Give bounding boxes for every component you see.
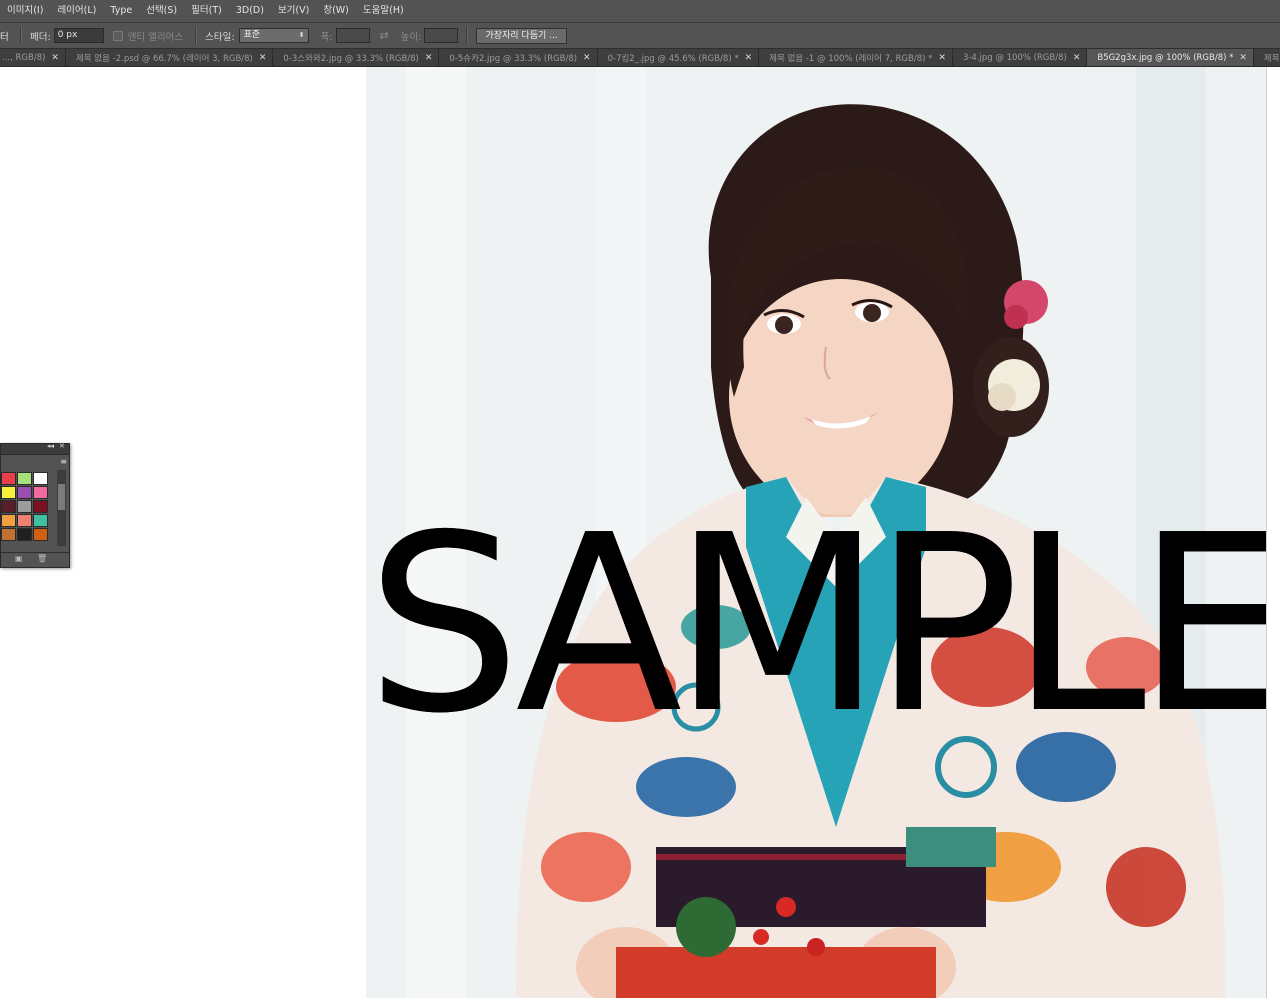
swatch[interactable]: [17, 528, 32, 541]
document-canvas[interactable]: SAMPLE: [366, 67, 1266, 998]
width-label: 폭:: [320, 31, 333, 43]
style-label: 스타일:: [205, 31, 235, 43]
checkbox-box: [112, 30, 123, 41]
tab-label: 제목 없음 -1 @ 100% (레이어 7, RGB/8) *: [769, 53, 933, 64]
menu-filter[interactable]: 필터(T): [184, 0, 229, 22]
canvas-edge: [1266, 67, 1280, 998]
swatches-panel[interactable]: ◂◂ ✕ ≡ ▣ 🗑: [0, 442, 70, 568]
panel-titlebar[interactable]: ◂◂ ✕: [1, 442, 69, 455]
new-swatch-icon[interactable]: ▣: [15, 554, 23, 563]
feather-input[interactable]: 0 px: [53, 28, 104, 43]
feather-label: 페더:: [30, 31, 51, 43]
document-tab[interactable]: 3-4.jpg @ 100% (RGB/8) ✕: [953, 49, 1088, 66]
close-icon[interactable]: ✕: [938, 53, 946, 63]
menu-type[interactable]: Type: [103, 0, 139, 22]
swatch[interactable]: [1, 472, 16, 485]
menu-3d[interactable]: 3D(D): [229, 0, 271, 22]
separator: [466, 27, 469, 44]
antialias-checkbox[interactable]: 앤티 앨리어스: [112, 29, 184, 43]
close-icon[interactable]: ✕: [583, 53, 591, 63]
separator: [195, 27, 198, 44]
document-tab[interactable]: 제목 없음 -1 @ 100% (레이어 7, RGB/8) * ✕: [759, 49, 953, 66]
close-icon[interactable]: ✕: [1073, 53, 1081, 63]
swatch-grid: [1, 472, 48, 541]
document-tab[interactable]: 0-7킹2_.jpg @ 45.6% (RGB/8) * ✕: [598, 49, 760, 66]
swatch[interactable]: [1, 500, 16, 513]
swatch[interactable]: [1, 514, 16, 527]
swatch[interactable]: [33, 500, 48, 513]
scrollbar-thumb[interactable]: [58, 484, 65, 510]
menu-help[interactable]: 도움말(H): [356, 0, 411, 22]
close-icon[interactable]: ✕: [259, 53, 267, 63]
tab-label: 3-4.jpg @ 100% (RGB/8): [962, 52, 1067, 63]
document-tab-bar: ..., RGB/8) ✕ 제목 없음 -2.psd @ 66.7% (레이어 3…: [0, 49, 1280, 67]
antialias-label: 앤티 앨리어스: [127, 31, 184, 43]
watermark-text: SAMPLE: [366, 483, 1266, 767]
swatch[interactable]: [33, 514, 48, 527]
document-tab[interactable]: 0-3스와와2.jpg @ 33.3% (RGB/8) ✕: [273, 49, 440, 66]
height-label: 높이:: [400, 31, 422, 43]
close-icon[interactable]: ✕: [59, 442, 65, 450]
document-tab[interactable]: 제목 없음: [1254, 49, 1280, 66]
menu-window[interactable]: 창(W): [316, 0, 356, 22]
menu-select[interactable]: 선택(S): [139, 0, 184, 22]
swatch[interactable]: [17, 514, 32, 527]
tab-label: 0-5슈카2.jpg @ 33.3% (RGB/8): [449, 53, 578, 64]
tab-label: 제목 없음 -2.psd @ 66.7% (레이어 3, RGB/8): [75, 53, 253, 64]
menu-view[interactable]: 보기(V): [271, 0, 316, 22]
close-icon[interactable]: ✕: [51, 53, 59, 63]
panel-footer: ▣ 🗑: [1, 552, 69, 567]
canvas-workspace[interactable]: SAMPLE: [0, 67, 1280, 998]
swatch[interactable]: [17, 486, 32, 499]
height-input[interactable]: [424, 28, 459, 43]
swatch[interactable]: [17, 500, 32, 513]
swatch[interactable]: [33, 486, 48, 499]
menu-layer[interactable]: 레이어(L): [50, 0, 103, 22]
options-bar: 터 페더: 0 px 앤티 앨리어스 스타일: 표준 ⬍ 폭: ⇄ 높이: 가장…: [0, 23, 1280, 49]
style-value: 표준: [243, 30, 261, 40]
tool-glyph: 터: [0, 31, 9, 43]
trash-icon[interactable]: 🗑: [37, 554, 47, 563]
swap-dimensions-icon[interactable]: ⇄: [380, 29, 389, 42]
close-icon[interactable]: ✕: [425, 53, 433, 63]
swatch[interactable]: [33, 472, 48, 485]
document-tab-active[interactable]: B5G2g3x.jpg @ 100% (RGB/8) * ✕: [1087, 49, 1254, 66]
panel-menu-icon[interactable]: ≡: [60, 457, 67, 466]
document-tab[interactable]: ..., RGB/8) ✕: [0, 49, 66, 66]
style-select[interactable]: 표준 ⬍: [238, 28, 309, 43]
tab-label: 0-3스와와2.jpg @ 33.3% (RGB/8): [283, 53, 419, 64]
tab-label: ..., RGB/8): [2, 52, 46, 63]
close-icon[interactable]: ✕: [745, 53, 753, 63]
document-tab[interactable]: 제목 없음 -2.psd @ 66.7% (레이어 3, RGB/8) ✕: [66, 49, 274, 66]
tab-label: 제목 없음: [1263, 53, 1280, 64]
swatch[interactable]: [1, 486, 16, 499]
tool-mode-icon[interactable]: 터: [0, 29, 14, 43]
swatch[interactable]: [33, 528, 48, 541]
menu-bar: 이미지(I) 레이어(L) Type 선택(S) 필터(T) 3D(D) 보기(…: [0, 0, 1280, 23]
document-tab[interactable]: 0-5슈카2.jpg @ 33.3% (RGB/8) ✕: [439, 49, 598, 66]
swatch[interactable]: [1, 528, 16, 541]
tab-label: 0-7킹2_.jpg @ 45.6% (RGB/8) *: [607, 53, 739, 64]
refine-edge-button[interactable]: 가장자리 다듬기 ...: [476, 27, 567, 44]
swatch[interactable]: [17, 472, 32, 485]
collapse-icon[interactable]: ◂◂: [47, 442, 54, 450]
width-input[interactable]: [335, 28, 370, 43]
separator: [20, 27, 22, 44]
menu-image[interactable]: 이미지(I): [0, 0, 50, 22]
close-icon[interactable]: ✕: [1239, 53, 1247, 63]
panel-scrollbar[interactable]: [57, 470, 66, 546]
dropdown-arrow-icon: ⬍: [298, 31, 305, 39]
tab-label: B5G2g3x.jpg @ 100% (RGB/8) *: [1097, 52, 1234, 63]
